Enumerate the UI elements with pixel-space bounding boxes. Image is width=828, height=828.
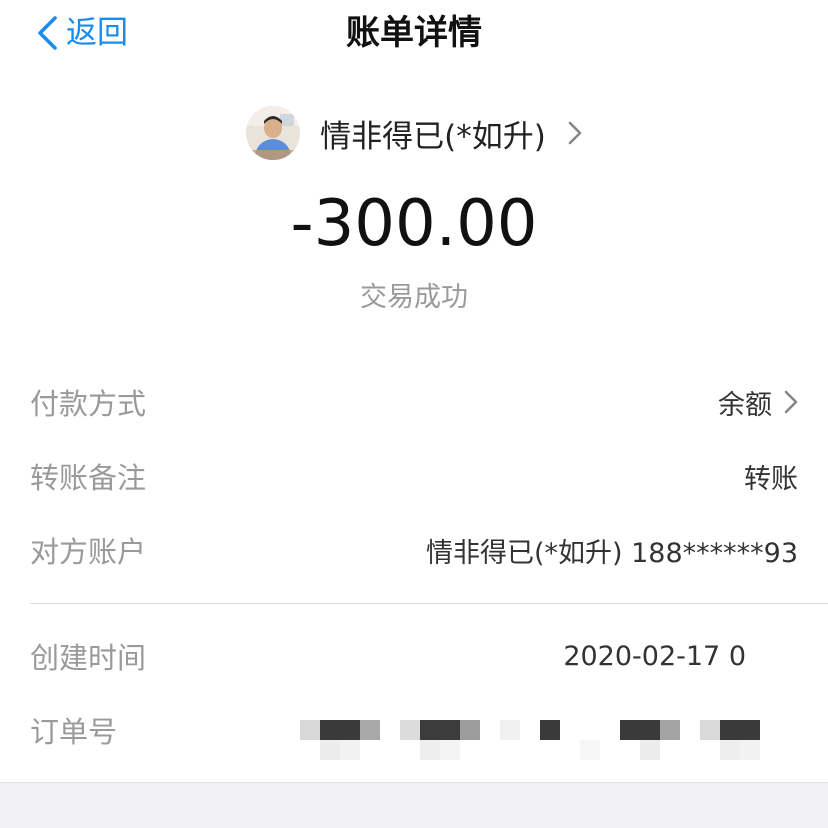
counterparty-account-label: 对方账户 [30, 535, 147, 569]
payment-method-row[interactable]: 付款方式 余额 [30, 378, 798, 426]
created-time-row: 创建时间 2020-02-17 0 [30, 632, 798, 680]
counterparty-name: 情非得已(*如升) [320, 118, 546, 155]
counterparty-account-row: 对方账户 情非得已(*如升) 188******93 [30, 526, 798, 574]
avatar [246, 106, 301, 160]
section-divider [30, 603, 828, 604]
transfer-note-value: 转账 [744, 463, 798, 495]
nav-bar: 返回 账单详情 [0, 0, 828, 66]
payment-method-value-group: 余额 [718, 383, 798, 422]
transaction-amount: -300.00 [290, 187, 538, 261]
bill-detail-page: 返回 账单详情 情非得已(*如升) -300.00 交易成功 付款方式 余额 转… [0, 0, 828, 828]
order-number-label: 订单号 [30, 715, 118, 749]
footer-band [0, 782, 828, 828]
payment-method-value: 余额 [718, 389, 772, 421]
counterparty-link[interactable]: 情非得已(*如升) [0, 104, 828, 162]
created-time-value: 2020-02-17 0 [563, 640, 746, 672]
created-time-label: 创建时间 [30, 641, 147, 675]
chevron-right-icon [568, 121, 582, 145]
transfer-note-row: 转账备注 转账 [30, 452, 798, 500]
payment-method-label: 付款方式 [30, 387, 147, 421]
transaction-status: 交易成功 [360, 282, 468, 313]
counterparty-account-value: 情非得已(*如升) 188******93 [425, 537, 798, 569]
order-number-redacted [300, 720, 760, 760]
chevron-right-icon [784, 390, 798, 414]
transfer-note-label: 转账备注 [30, 461, 147, 495]
page-title: 账单详情 [346, 13, 482, 53]
